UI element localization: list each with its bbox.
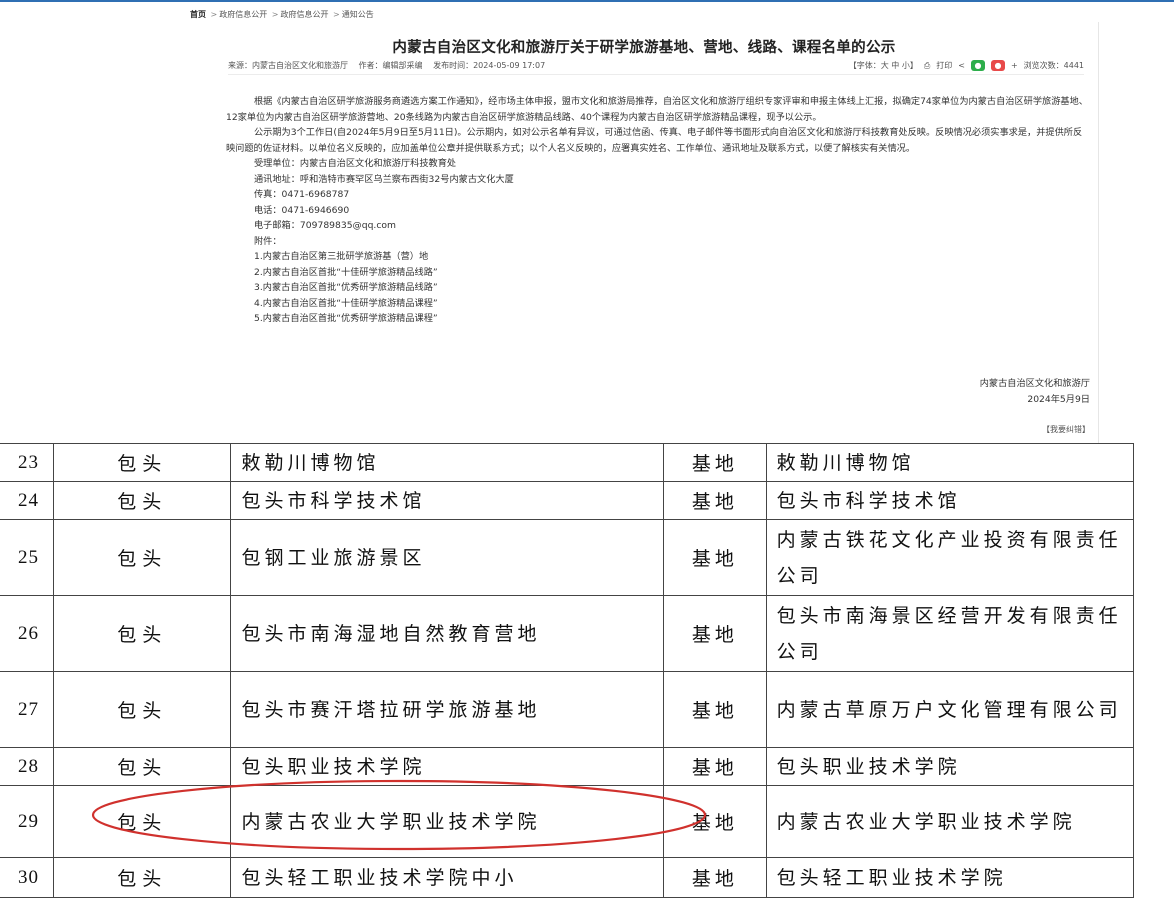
row-number: 28 bbox=[0, 747, 55, 786]
row-org: 敕勒川博物馆 bbox=[765, 443, 1135, 482]
row-city: 包头 bbox=[53, 671, 232, 748]
row-name: 包头轻工职业技术学院中小 bbox=[230, 857, 665, 898]
contact-unit: 受理单位：内蒙古自治区文化和旅游厅科技教育处 bbox=[254, 158, 457, 169]
weibo-icon[interactable]: ● bbox=[990, 60, 1005, 71]
row-number: 26 bbox=[0, 595, 55, 672]
attachment-link[interactable]: 4.内蒙古自治区首批“十佳研学旅游精品课程” bbox=[226, 296, 1090, 312]
signature-org: 内蒙古自治区文化和旅游厅 bbox=[979, 378, 1090, 389]
row-number: 29 bbox=[0, 785, 55, 858]
view-count: 浏览次数：4441 bbox=[1023, 61, 1084, 70]
meta-published: 发布时间：2024-05-09 17:07 bbox=[433, 61, 546, 70]
row-number: 23 bbox=[0, 443, 55, 482]
breadcrumb-item[interactable]: 政府信息公开 bbox=[281, 10, 329, 19]
meta-source: 来源：内蒙古自治区文化和旅游厅 bbox=[228, 61, 348, 70]
row-city: 包头 bbox=[53, 857, 232, 898]
breadcrumb-item[interactable]: 通知公告 bbox=[342, 10, 374, 19]
article-tools: 【字体：大 中 小】 ⎙ 打印 < ● ● + 浏览次数：4441 bbox=[849, 60, 1084, 71]
article-meta: 来源：内蒙古自治区文化和旅游厅 作者：编辑部采编 发布时间：2024-05-09… bbox=[228, 60, 1084, 71]
table-row: 23 包头 敕勒川博物馆 基地 敕勒川博物馆 bbox=[0, 443, 1135, 482]
row-city: 包头 bbox=[53, 443, 232, 482]
article-panel: 内蒙古自治区文化和旅游厅关于研学旅游基地、营地、线路、课程名单的公示 来源：内蒙… bbox=[190, 22, 1099, 444]
article-body: 根据《内蒙古自治区研学旅游服务商遴选方案工作通知》，经市场主体申报，盟市文化和旅… bbox=[226, 94, 1090, 327]
attachment-link[interactable]: 2.内蒙古自治区首批“十佳研学旅游精品线路” bbox=[226, 265, 1090, 281]
font-size-switch[interactable]: 【字体：大 中 小】 bbox=[849, 60, 918, 71]
top-accent-line bbox=[0, 0, 1174, 2]
row-name: 包头市科学技术馆 bbox=[230, 481, 665, 520]
attachment-link[interactable]: 1.内蒙古自治区第三批研学旅游基（营）地 bbox=[226, 249, 1090, 265]
row-number: 24 bbox=[0, 481, 55, 520]
row-city: 包头 bbox=[53, 595, 232, 672]
row-type: 基地 bbox=[663, 519, 767, 596]
more-share[interactable]: + bbox=[1011, 61, 1018, 70]
print-link[interactable]: 打印 bbox=[936, 60, 952, 71]
signature: 内蒙古自治区文化和旅游厅 2024年5月9日 bbox=[980, 376, 1090, 408]
article-title: 内蒙古自治区文化和旅游厅关于研学旅游基地、营地、线路、课程名单的公示 bbox=[392, 40, 896, 56]
contact-email: 电子邮箱：709789835@qq.com bbox=[254, 220, 396, 231]
signature-date: 2024年5月9日 bbox=[1027, 394, 1090, 405]
row-city: 包头 bbox=[53, 481, 232, 520]
row-org: 内蒙古草原万户文化管理有限公司 bbox=[765, 671, 1135, 748]
paragraph: 根据《内蒙古自治区研学旅游服务商遴选方案工作通知》，经市场主体申报，盟市文化和旅… bbox=[226, 96, 1088, 123]
row-number: 27 bbox=[0, 671, 55, 748]
row-org: 包头市南海景区经营开发有限责任公司 bbox=[765, 595, 1135, 672]
row-name: 敕勒川博物馆 bbox=[230, 443, 665, 482]
wechat-icon[interactable]: ● bbox=[970, 60, 985, 71]
share-icon[interactable]: < bbox=[958, 61, 965, 70]
row-org: 内蒙古农业大学职业技术学院 bbox=[765, 785, 1135, 858]
print-icon[interactable]: ⎙ bbox=[924, 61, 930, 71]
row-type: 基地 bbox=[663, 671, 767, 748]
row-org: 包头职业技术学院 bbox=[765, 747, 1135, 786]
contact-address: 通讯地址：呼和浩特市赛罕区乌兰察布西街32号内蒙古文化大厦 bbox=[254, 173, 514, 185]
row-number: 25 bbox=[0, 519, 55, 596]
highlight-ellipse bbox=[91, 779, 707, 851]
meta-author: 作者：编辑部采编 bbox=[358, 61, 423, 70]
row-org: 内蒙古铁花文化产业投资有限责任公司 bbox=[765, 519, 1135, 596]
meta-divider bbox=[228, 74, 1084, 75]
row-type: 基地 bbox=[663, 481, 767, 520]
contact-phone: 电话：0471-6946690 bbox=[254, 204, 350, 216]
row-name: 包头市赛汗塔拉研学旅游基地 bbox=[230, 671, 665, 748]
row-name: 包钢工业旅游景区 bbox=[230, 519, 665, 596]
breadcrumb: 首页 > 政府信息公开 > 政府信息公开 > 通知公告 bbox=[190, 9, 374, 20]
attachments-label: 附件： bbox=[254, 235, 282, 247]
breadcrumb-item[interactable]: 政府信息公开 bbox=[219, 10, 267, 19]
row-name: 包头市南海湿地自然教育营地 bbox=[230, 595, 665, 672]
table-row: 27 包头 包头市赛汗塔拉研学旅游基地 基地 内蒙古草原万户文化管理有限公司 bbox=[0, 671, 1135, 748]
row-org: 包头轻工职业技术学院 bbox=[765, 857, 1135, 898]
report-error-link[interactable]: 【我要纠错】 bbox=[1042, 424, 1090, 435]
row-type: 基地 bbox=[663, 857, 767, 898]
contact-fax: 传真：0471-6968787 bbox=[254, 189, 350, 200]
table-row: 25 包头 包钢工业旅游景区 基地 内蒙古铁花文化产业投资有限责任公司 bbox=[0, 519, 1135, 596]
breadcrumb-home[interactable]: 首页 bbox=[190, 10, 206, 19]
row-number: 30 bbox=[0, 857, 55, 898]
breadcrumb-separator: > bbox=[333, 10, 340, 19]
row-type: 基地 bbox=[663, 443, 767, 482]
table-row: 26 包头 包头市南海湿地自然教育营地 基地 包头市南海景区经营开发有限责任公司 bbox=[0, 595, 1135, 672]
breadcrumb-separator: > bbox=[271, 10, 279, 19]
attachment-link[interactable]: 5.内蒙古自治区首批“优秀研学旅游精品课程” bbox=[226, 311, 1090, 327]
table-row: 24 包头 包头市科学技术馆 基地 包头市科学技术馆 bbox=[0, 481, 1135, 520]
table-row: 30 包头 包头轻工职业技术学院中小 基地 包头轻工职业技术学院 bbox=[0, 857, 1135, 898]
row-city: 包头 bbox=[53, 519, 232, 596]
row-type: 基地 bbox=[663, 595, 767, 672]
row-org: 包头市科学技术馆 bbox=[765, 481, 1135, 520]
attachment-link[interactable]: 3.内蒙古自治区首批“优秀研学旅游精品线路” bbox=[226, 280, 1090, 296]
breadcrumb-separator: > bbox=[210, 10, 218, 19]
paragraph: 公示期为3个工作日(自2024年5月9日至5月11日)。公示期内，如对公示名单有… bbox=[226, 127, 1083, 154]
